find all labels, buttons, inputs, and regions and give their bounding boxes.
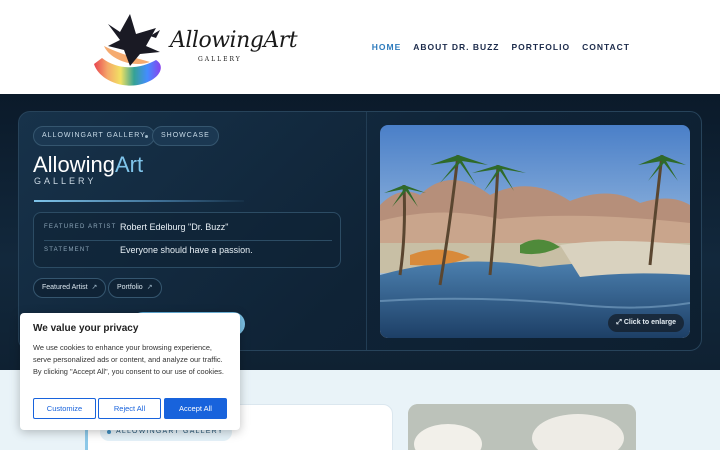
portfolio-link[interactable]: Portfolio ↗ xyxy=(108,278,162,298)
chip-showcase: SHOWCASE xyxy=(152,126,219,146)
desert-oasis-painting xyxy=(380,125,690,338)
featured-artist-link[interactable]: Featured Artist ↗ xyxy=(33,278,107,298)
info-key-statement: STATEMENT xyxy=(44,247,91,253)
cookie-title: We value your privacy xyxy=(33,323,139,334)
enlarge-label: Click to enlarge xyxy=(623,319,676,326)
cloud-painting xyxy=(408,404,636,450)
hero-title: AllowingArt xyxy=(33,152,143,178)
cookie-consent-banner: We value your privacy We use cookies to … xyxy=(20,313,240,430)
featured-artist-label: Featured Artist xyxy=(42,284,88,291)
cookie-text: We use cookies to enhance your browsing … xyxy=(33,343,224,376)
panel-divider xyxy=(366,112,367,350)
info-value-statement: Everyone should have a passion. xyxy=(120,245,253,255)
lower-painting-preview[interactable] xyxy=(408,404,636,450)
external-arrow-icon: ↗ xyxy=(146,284,153,291)
nav-contact[interactable]: CONTACT xyxy=(582,42,630,52)
main-nav: HOME ABOUT DR. BUZZ PORTFOLIO CONTACT xyxy=(372,42,630,52)
accept-all-button[interactable]: Accept All xyxy=(164,398,227,419)
portfolio-label: Portfolio xyxy=(117,284,143,291)
info-value-artist: Robert Edelburg "Dr. Buzz" xyxy=(120,222,229,232)
site-header: AllowingArt GALLERY HOME ABOUT DR. BUZZ … xyxy=(0,0,720,94)
logo-subtext: GALLERY xyxy=(198,56,242,63)
chip-separator-dot xyxy=(145,135,148,138)
hero-title-main: Allowing xyxy=(33,152,115,177)
logo-text: AllowingArt xyxy=(170,28,298,53)
enlarge-button[interactable]: ⤢ Click to enlarge xyxy=(608,314,684,332)
customize-button[interactable]: Customize xyxy=(33,398,96,419)
hero-subtitle: GALLERY xyxy=(34,176,97,186)
reject-all-button[interactable]: Reject All xyxy=(98,398,161,419)
chip-gallery: ALLOWINGART GALLERY xyxy=(33,126,155,146)
site-logo[interactable]: AllowingArt GALLERY xyxy=(90,6,298,90)
title-underline xyxy=(34,200,244,202)
expand-icon: ⤢ xyxy=(616,319,624,326)
nav-about[interactable]: ABOUT DR. BUZZ xyxy=(413,42,499,52)
artist-info-box: FEATURED ARTIST Robert Edelburg "Dr. Buz… xyxy=(33,212,341,268)
info-divider xyxy=(44,240,332,241)
nav-portfolio[interactable]: PORTFOLIO xyxy=(511,42,570,52)
external-arrow-icon: ↗ xyxy=(91,284,98,291)
featured-painting[interactable]: ⤢ Click to enlarge xyxy=(380,125,690,338)
hero-title-accent: Art xyxy=(114,152,144,177)
nav-home[interactable]: HOME xyxy=(372,42,402,52)
info-key-artist: FEATURED ARTIST xyxy=(44,224,117,230)
